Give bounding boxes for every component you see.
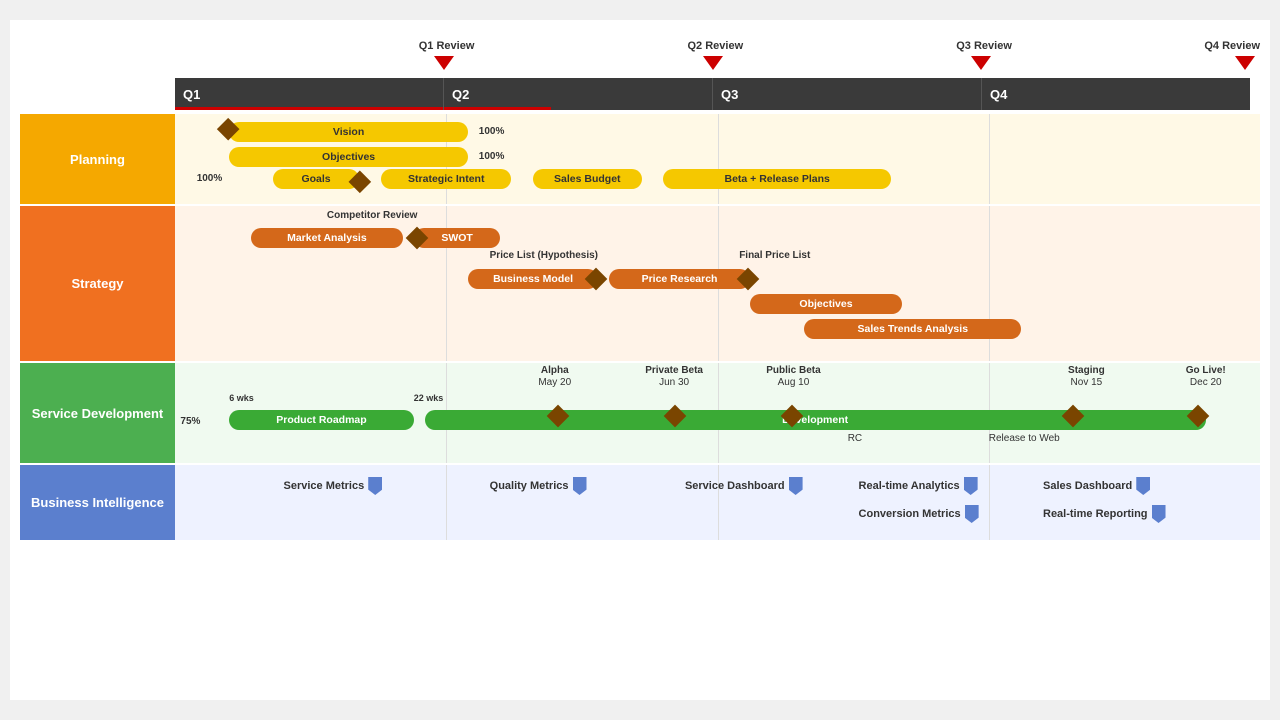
alpha-date: May 20 <box>538 377 571 388</box>
golive-label: Go Live! <box>1186 365 1226 376</box>
public-beta-label: Public Beta <box>766 365 820 376</box>
staging-label: Staging <box>1068 365 1105 376</box>
sales-trends-bar: Sales Trends Analysis <box>804 319 1021 339</box>
development-bar: Development <box>425 410 1206 430</box>
q2-review-label: Q2 Review <box>688 40 744 52</box>
service-dashboard-text: Service Dashboard <box>685 480 785 492</box>
alpha-label: Alpha <box>541 365 569 376</box>
6wks-label: 6 wks <box>229 393 254 403</box>
service-metrics-flag <box>368 477 382 495</box>
objectives-bar: Objectives <box>229 147 468 167</box>
q2-review-arrow <box>703 56 723 70</box>
quarters-header: Q1 Review Q2 Review Q3 Review Q4 Review … <box>175 40 1250 110</box>
planning-row: Planning Vision 100% Objectives 100% <box>20 114 1260 204</box>
service-metrics-item: Service Metrics <box>284 477 383 495</box>
vision-pct: 100% <box>479 126 505 137</box>
conversion-metrics-flag <box>965 505 979 523</box>
realtime-reporting-flag <box>1152 505 1166 523</box>
quality-metrics-flag <box>573 477 587 495</box>
golive-date: Dec 20 <box>1190 377 1222 388</box>
q4-review-arrow <box>1235 56 1255 70</box>
quality-metrics-text: Quality Metrics <box>490 480 569 492</box>
release-web-label: Release to Web <box>989 433 1060 444</box>
sales-budget-bar: Sales Budget <box>533 169 642 189</box>
staging-date: Nov 15 <box>1071 377 1103 388</box>
q1-review-arrow <box>434 56 454 70</box>
22wks-label: 22 wks <box>414 393 444 403</box>
planning-content: Vision 100% Objectives 100% 100% Goals S… <box>175 114 1260 204</box>
q4-review-label: Q4 Review <box>1204 40 1260 52</box>
q4-segment: Q4 <box>982 78 1250 110</box>
strategic-bar: Strategic Intent <box>381 169 511 189</box>
service-75pct: 75% <box>180 416 200 427</box>
q2-label: Q2 <box>452 87 469 102</box>
competitor-review-label: Competitor Review <box>327 210 418 221</box>
business-model-bar: Business Model <box>468 269 598 289</box>
rc-label: RC <box>848 433 862 444</box>
strategy-label: Strategy <box>20 206 175 361</box>
bi-content: Service Metrics Quality Metrics Service … <box>175 465 1260 540</box>
q1-label: Q1 <box>183 87 200 102</box>
goals-bar: Goals <box>273 169 360 189</box>
planning-label: Planning <box>20 114 175 204</box>
vision-bar: Vision <box>229 122 468 142</box>
service-dashboard-flag <box>789 477 803 495</box>
service-content: Alpha May 20 Private Beta Jun 30 Public … <box>175 363 1260 463</box>
sales-dashboard-item: Sales Dashboard <box>1043 477 1150 495</box>
q2-segment: Q2 <box>444 78 713 110</box>
goals-pct: 100% <box>197 173 223 184</box>
beta-release-bar: Beta + Release Plans <box>663 169 891 189</box>
objectives-pct: 100% <box>479 151 505 162</box>
q4-label: Q4 <box>990 87 1007 102</box>
conversion-metrics-text: Conversion Metrics <box>859 508 961 520</box>
q1-segment: Q1 <box>175 78 444 110</box>
gantt-rows: Planning Vision 100% Objectives 100% <box>20 114 1260 540</box>
private-beta-date: Jun 30 <box>659 377 689 388</box>
swot-bar: SWOT <box>414 228 501 248</box>
q3-segment: Q3 <box>713 78 982 110</box>
service-row: Service Development Alpha May 20 Private… <box>20 363 1260 463</box>
realtime-reporting-text: Real-time Reporting <box>1043 508 1148 520</box>
conversion-metrics-item: Conversion Metrics <box>859 505 979 523</box>
realtime-analytics-flag <box>964 477 978 495</box>
realtime-analytics-item: Real-time Analytics <box>859 477 978 495</box>
service-label: Service Development <box>20 363 175 463</box>
strategy-content: Competitor Review Market Analysis SWOT P… <box>175 206 1260 361</box>
price-research-bar: Price Research <box>609 269 750 289</box>
quarter-bar: Q1 Q2 Q3 Q4 <box>175 78 1250 110</box>
final-price-label: Final Price List <box>739 250 810 261</box>
realtime-analytics-text: Real-time Analytics <box>859 480 960 492</box>
review-labels: Q1 Review Q2 Review Q3 Review Q4 Review <box>175 40 1250 70</box>
bi-label: Business Intelligence <box>20 465 175 540</box>
sales-dashboard-flag <box>1136 477 1150 495</box>
price-list-hyp-label: Price List (Hypothesis) <box>490 250 598 261</box>
product-roadmap-bar: Product Roadmap <box>229 410 413 430</box>
chart-container: Q1 Review Q2 Review Q3 Review Q4 Review … <box>10 20 1270 700</box>
private-beta-label: Private Beta <box>645 365 703 376</box>
quality-metrics-item: Quality Metrics <box>490 477 587 495</box>
sales-dashboard-text: Sales Dashboard <box>1043 480 1132 492</box>
q1-review-label: Q1 Review <box>419 40 475 52</box>
service-dashboard-item: Service Dashboard <box>685 477 803 495</box>
q3-review-label: Q3 Review <box>956 40 1012 52</box>
q3-label: Q3 <box>721 87 738 102</box>
market-analysis-bar: Market Analysis <box>251 228 403 248</box>
q3-review-arrow <box>971 56 991 70</box>
public-beta-date: Aug 10 <box>778 377 810 388</box>
objectives-strategy-bar: Objectives <box>750 294 902 314</box>
bi-row: Business Intelligence Service Metrics Qu… <box>20 465 1260 540</box>
realtime-reporting-item: Real-time Reporting <box>1043 505 1166 523</box>
service-metrics-text: Service Metrics <box>284 480 365 492</box>
strategy-row: Strategy Competitor Review Market Analys… <box>20 206 1260 361</box>
